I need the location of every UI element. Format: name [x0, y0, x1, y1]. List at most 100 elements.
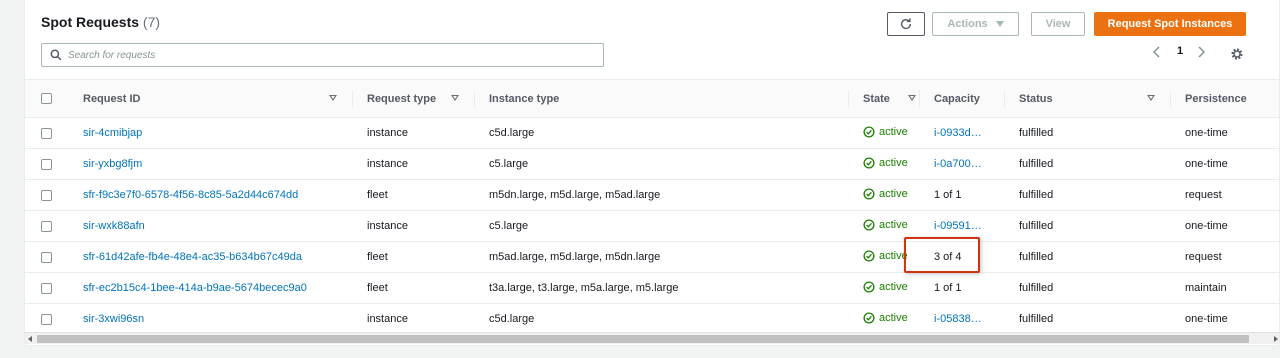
state-badge: active	[863, 250, 908, 262]
sort-icon[interactable]	[1147, 95, 1155, 101]
status-cell: fulfilled	[1005, 303, 1171, 335]
state-cell: active	[849, 241, 920, 273]
actions-label: Actions	[947, 18, 988, 30]
caret-down-icon	[995, 21, 1004, 27]
row-select-cell	[25, 117, 69, 149]
instance-id-link[interactable]: i-05838…	[934, 313, 982, 325]
sort-icon[interactable]	[451, 95, 459, 101]
instance-type-cell: t3a.large, t3.large, m5a.large, m5.large	[475, 272, 849, 304]
status-cell: fulfilled	[1005, 179, 1171, 211]
request-id-cell: sir-3xwi96sn	[69, 303, 353, 335]
request-type-cell: fleet	[353, 241, 475, 273]
request-id-cell: sir-4cmibjap	[69, 117, 353, 149]
persistence-cell: one-time	[1171, 148, 1279, 180]
status-cell: fulfilled	[1005, 117, 1171, 149]
capacity-cell: 1 of 1	[920, 179, 1005, 211]
check-circle-icon	[863, 156, 875, 169]
settings-button[interactable]	[1230, 47, 1244, 66]
horizontal-scrollbar[interactable]	[25, 332, 1279, 344]
table-row[interactable]: sfr-f9c3e7f0-6578-4f56-8c85-5a2d44c674dd…	[25, 179, 1279, 211]
table-row[interactable]: sir-wxk88afn instance c5.large active i-0959…	[25, 210, 1279, 242]
status-cell: fulfilled	[1005, 272, 1171, 304]
capacity-text: 1 of 1	[934, 282, 962, 294]
request-type-cell: instance	[353, 117, 475, 149]
primary-label: Request Spot Instances	[1107, 18, 1233, 30]
request-id-link[interactable]: sir-yxbg8fjm	[83, 158, 142, 170]
column-header-request-id[interactable]: Request ID	[69, 79, 353, 118]
check-circle-icon	[863, 280, 875, 293]
request-type-cell: instance	[353, 303, 475, 335]
status-cell: fulfilled	[1005, 210, 1171, 242]
row-select-cell	[25, 148, 69, 180]
row-select-cell	[25, 272, 69, 304]
table-row[interactable]: sfr-61d42afe-fb4e-48e4-ac35-b634b67c49da…	[25, 241, 1279, 273]
row-checkbox[interactable]	[41, 220, 52, 232]
row-checkbox[interactable]	[41, 158, 52, 170]
state-text: active	[879, 249, 908, 262]
state-cell: active	[849, 179, 920, 211]
sort-icon[interactable]	[329, 95, 337, 101]
state-badge: active	[863, 281, 908, 293]
request-id-link[interactable]: sir-4cmibjap	[83, 127, 142, 139]
table-row[interactable]: sir-yxbg8fjm instance c5.large active i-0a70…	[25, 148, 1279, 180]
capacity-cell: i-09591…	[920, 210, 1005, 242]
next-page-button[interactable]	[1196, 45, 1206, 62]
request-id-link[interactable]: sfr-61d42afe-fb4e-48e4-ac35-b634b67c49da	[83, 251, 302, 263]
view-button[interactable]: View	[1031, 12, 1085, 36]
actions-button[interactable]: Actions	[932, 12, 1019, 36]
table-header-row: Request ID Request type Instance type St…	[25, 79, 1279, 118]
column-header-request-type[interactable]: Request type	[353, 79, 475, 118]
sort-icon[interactable]	[908, 95, 916, 101]
state-cell: active	[849, 272, 920, 304]
column-header-capacity[interactable]: Capacity	[920, 79, 1005, 118]
persistence-cell: one-time	[1171, 117, 1279, 149]
scroll-left-icon[interactable]	[28, 336, 32, 342]
search-input[interactable]	[68, 47, 588, 63]
request-id-cell: sfr-ec2b15c4-1bee-414a-b9ae-5674becec9a0	[69, 272, 353, 304]
table-row[interactable]: sir-4cmibjap instance c5d.large active i-093…	[25, 117, 1279, 149]
check-circle-icon	[863, 249, 875, 262]
instance-id-link[interactable]: i-0a700…	[934, 158, 982, 170]
table-row[interactable]: sir-3xwi96sn instance c5d.large active i-058…	[25, 303, 1279, 335]
row-checkbox[interactable]	[41, 189, 52, 201]
request-id-cell: sir-yxbg8fjm	[69, 148, 353, 180]
table-row[interactable]: sfr-ec2b15c4-1bee-414a-b9ae-5674becec9a0…	[25, 272, 1279, 304]
request-id-link[interactable]: sir-3xwi96sn	[83, 313, 144, 325]
column-header-state[interactable]: State	[849, 79, 920, 118]
request-id-cell: sfr-f9c3e7f0-6578-4f56-8c85-5a2d44c674dd	[69, 179, 353, 211]
request-id-link[interactable]: sfr-f9c3e7f0-6578-4f56-8c85-5a2d44c674dd	[83, 189, 298, 201]
column-header-status[interactable]: Status	[1005, 79, 1171, 118]
select-all-checkbox[interactable]	[41, 93, 52, 104]
persistence-cell: maintain	[1171, 272, 1279, 304]
search-icon	[50, 49, 62, 61]
scrollbar-thumb[interactable]	[37, 335, 1249, 343]
prev-page-button[interactable]	[1152, 45, 1162, 62]
request-id-link[interactable]: sfr-ec2b15c4-1bee-414a-b9ae-5674becec9a0	[83, 282, 307, 294]
persistence-cell: one-time	[1171, 303, 1279, 335]
state-badge: active	[863, 188, 908, 200]
request-id-link[interactable]: sir-wxk88afn	[83, 220, 145, 232]
state-text: active	[879, 280, 908, 293]
request-spot-instances-button[interactable]: Request Spot Instances	[1094, 12, 1246, 36]
persistence-cell: one-time	[1171, 210, 1279, 242]
request-type-cell: fleet	[353, 272, 475, 304]
row-checkbox[interactable]	[41, 313, 52, 325]
state-text: active	[879, 311, 908, 324]
instance-id-link[interactable]: i-0933d…	[934, 127, 982, 139]
current-page[interactable]: 1	[1177, 45, 1183, 57]
row-checkbox[interactable]	[41, 282, 52, 294]
request-type-cell: instance	[353, 210, 475, 242]
request-id-cell: sfr-61d42afe-fb4e-48e4-ac35-b634b67c49da	[69, 241, 353, 273]
gear-icon	[1231, 48, 1243, 60]
request-type-cell: fleet	[353, 179, 475, 211]
scroll-right-icon[interactable]	[1274, 336, 1278, 342]
column-header-instance-type[interactable]: Instance type	[475, 79, 849, 118]
select-all-cell	[25, 79, 69, 118]
row-checkbox[interactable]	[41, 127, 52, 139]
refresh-button[interactable]	[887, 12, 925, 36]
row-checkbox[interactable]	[41, 251, 52, 263]
state-text: active	[879, 156, 908, 169]
request-count: (7)	[142, 14, 161, 30]
instance-id-link[interactable]: i-09591…	[934, 220, 982, 232]
column-header-persistence[interactable]: Persistence	[1171, 79, 1279, 118]
